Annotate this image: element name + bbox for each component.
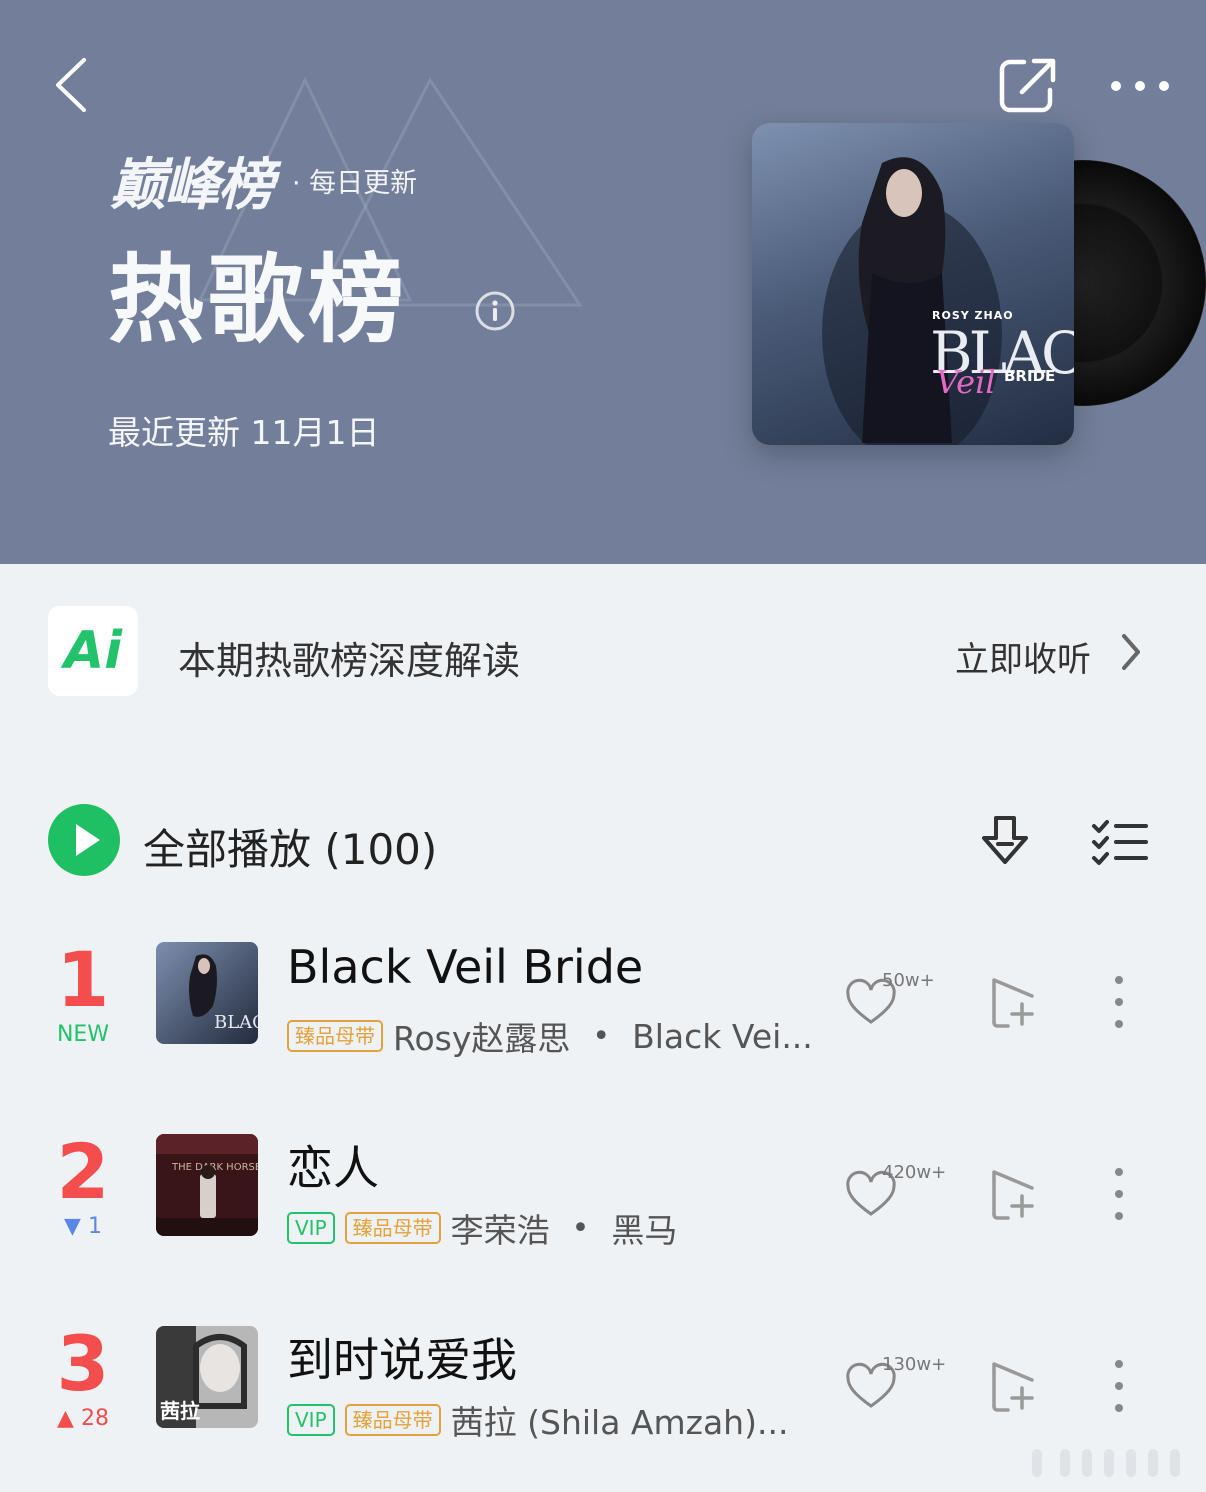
like-count: 50w+ <box>882 970 935 991</box>
rank-change-down: ▼ 1 <box>64 1214 102 1239</box>
info-icon[interactable] <box>474 290 516 332</box>
song-row[interactable]: 2 ▼ 1 THE DARK HORSE 恋人 VIP 臻品母带 李荣浩 • 黑… <box>0 1132 1206 1282</box>
song-meta: VIP 臻品母带 茜拉 (Shila Amzah)... <box>287 1396 788 1444</box>
vip-badge: VIP <box>287 1404 335 1436</box>
song-album[interactable]: 黑马 <box>611 1204 677 1252</box>
song-cover-thumb: 茜拉 <box>156 1326 258 1428</box>
add-to-playlist-icon[interactable] <box>988 1166 1040 1222</box>
rank-change-up: ▲ 28 <box>57 1406 109 1431</box>
listen-now-link[interactable]: 立即收听 <box>955 632 1091 681</box>
brand-subtitle: · 每日更新 <box>292 168 418 199</box>
play-icon <box>76 824 100 856</box>
more-options-icon[interactable] <box>1104 64 1176 108</box>
song-more-icon[interactable] <box>1108 1166 1130 1222</box>
watermark-bars <box>1032 1449 1180 1477</box>
add-to-playlist-icon[interactable] <box>988 1358 1040 1414</box>
song-title: 恋人 <box>287 1141 379 1195</box>
song-cover-thumb: BLACK <box>156 942 258 1044</box>
play-all-row: 全部播放 (100) <box>0 800 1206 880</box>
share-icon[interactable] <box>996 54 1062 116</box>
song-meta: VIP 臻品母带 李荣浩 • 黑马 <box>287 1204 677 1252</box>
chart-title: 热歌榜 <box>108 244 408 356</box>
last-updated: 最近更新 11月1日 <box>108 413 380 452</box>
ai-logo-icon: Ai <box>48 606 138 696</box>
hq-master-badge: 臻品母带 <box>344 1212 441 1244</box>
song-artist[interactable]: Rosy赵露思 <box>393 1012 570 1060</box>
vip-badge: VIP <box>287 1212 335 1244</box>
play-all-button[interactable] <box>48 804 120 876</box>
cover-figure <box>822 157 1002 445</box>
svg-text:BLACK: BLACK <box>214 1012 258 1033</box>
song-meta: 臻品母带 Rosy赵露思 • Black Vei... <box>287 1012 813 1060</box>
play-all-label[interactable]: 全部播放 (100) <box>143 816 437 877</box>
song-album[interactable]: Black Vei... <box>632 1017 813 1056</box>
hq-master-badge: 臻品母带 <box>287 1020 383 1052</box>
multi-select-icon[interactable] <box>1090 818 1150 866</box>
song-title: Black Veil Bride <box>287 940 644 994</box>
chart-cover-image[interactable]: ROSY ZHAO BLACK Veil BRIDE <box>752 123 1074 445</box>
cover-script-text: Veil <box>936 363 996 401</box>
brand-row: 巅峰榜 · 每日更新 <box>110 140 417 221</box>
rank-number: 2 <box>56 1127 110 1216</box>
song-artist[interactable]: 李荣浩 <box>451 1204 550 1252</box>
song-more-icon[interactable] <box>1108 1358 1130 1414</box>
song-title: 到时说爱我 <box>287 1333 517 1387</box>
add-to-playlist-icon[interactable] <box>988 974 1040 1030</box>
back-icon[interactable] <box>48 52 108 118</box>
ai-interpretation-banner[interactable]: Ai 本期热歌榜深度解读 立即收听 <box>0 600 1206 700</box>
rank-number: 1 <box>56 935 110 1024</box>
chevron-right-icon[interactable] <box>1118 630 1144 674</box>
cover-subtitle-text: BRIDE <box>1004 367 1056 385</box>
rank-change-new: NEW <box>56 1022 110 1047</box>
song-row[interactable]: 1 NEW BLACK Black Veil Bride 臻品母带 Rosy赵露… <box>0 940 1206 1090</box>
song-artist[interactable]: 茜拉 (Shila Amzah)... <box>451 1396 789 1444</box>
brand-name: 巅峰榜 <box>110 153 274 218</box>
like-count: 420w+ <box>882 1162 947 1183</box>
ai-banner-text: 本期热歌榜深度解读 <box>178 639 521 683</box>
download-icon[interactable] <box>978 814 1032 868</box>
rank-number: 3 <box>56 1319 110 1408</box>
song-cover-thumb: THE DARK HORSE <box>156 1134 258 1236</box>
song-row[interactable]: 3 ▲ 28 茜拉 到时说爱我 VIP 臻品母带 茜拉 (Shila Amzah… <box>0 1324 1206 1474</box>
separator-dot: • <box>571 1210 590 1246</box>
separator-dot: • <box>592 1018 611 1054</box>
chart-header: 巅峰榜 · 每日更新 热歌榜 最近更新 11月1日 ROSY ZHAO BLAC… <box>0 0 1206 564</box>
like-count: 130w+ <box>882 1354 947 1375</box>
hq-master-badge: 臻品母带 <box>344 1404 441 1436</box>
svg-text:茜拉: 茜拉 <box>160 1399 200 1423</box>
song-more-icon[interactable] <box>1108 974 1130 1030</box>
